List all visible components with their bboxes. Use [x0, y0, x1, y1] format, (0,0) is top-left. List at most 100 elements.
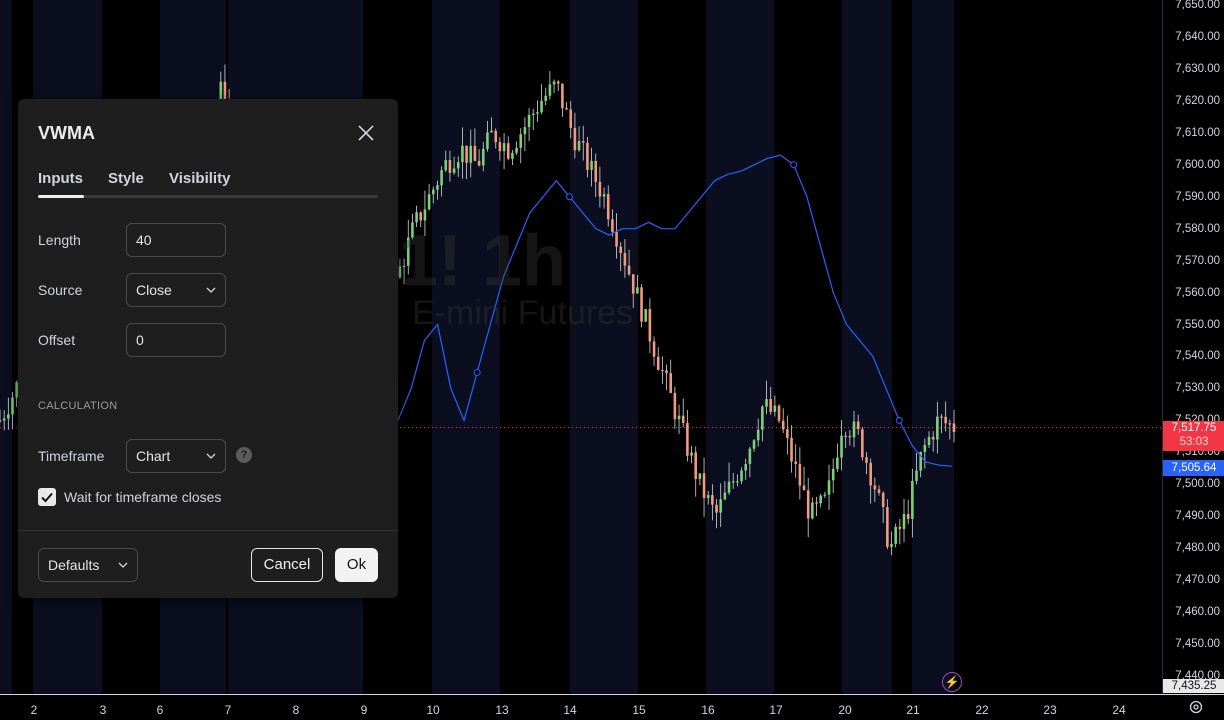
source-select-value: Close: [136, 282, 172, 298]
candle-body: [723, 492, 727, 500]
candle-body: [719, 499, 723, 513]
candle-body: [923, 444, 927, 452]
candle-body: [448, 160, 452, 173]
candle-body: [502, 143, 506, 152]
time-tick: 6: [156, 703, 164, 717]
candle-body: [515, 147, 518, 153]
wait-timeframe-label[interactable]: Wait for timeframe closes: [64, 489, 221, 505]
price-tick: 7,640.00: [1175, 30, 1220, 43]
candle-body: [615, 231, 618, 247]
vwma-value-tag: 7,505.64: [1163, 460, 1224, 476]
candle-body: [669, 373, 673, 393]
candle-body: [806, 490, 810, 519]
defaults-button[interactable]: Defaults: [38, 548, 138, 582]
time-axis[interactable]: 2 3 6 7 8 9 10 13 14 15 16 17 20 21 22 23 24: [0, 694, 1224, 720]
candle-body: [927, 436, 931, 445]
tab-visibility[interactable]: Visibility: [169, 170, 230, 187]
candle-body: [769, 399, 772, 412]
candle-body: [690, 452, 693, 456]
source-select[interactable]: Close: [126, 273, 226, 307]
defaults-button-label: Defaults: [48, 557, 100, 573]
candle-body: [511, 152, 514, 159]
candle-body: [611, 219, 614, 232]
candle-body: [727, 481, 731, 493]
price-scale[interactable]: 7,650.00 7,640.00 7,630.00 7,620.00 7,610.00…: [1162, 0, 1224, 694]
timeframe-select[interactable]: Chart: [126, 439, 226, 473]
candle-body: [869, 462, 872, 486]
candle-body: [906, 514, 910, 519]
candle-body: [861, 429, 864, 458]
candle-body: [652, 341, 656, 357]
lightning-icon[interactable]: ⚡: [942, 672, 962, 692]
candle-body: [756, 429, 760, 441]
tab-track: [38, 195, 378, 198]
candle-body: [952, 423, 956, 433]
candle-body: [911, 480, 914, 519]
candle-body: [561, 83, 564, 109]
session-band: [570, 0, 638, 694]
price-tick: 7,500.00: [1175, 478, 1220, 491]
candle-body: [552, 81, 556, 85]
candle-body: [469, 145, 473, 163]
candle-body: [665, 370, 668, 374]
ok-button[interactable]: Ok: [335, 548, 378, 582]
chevron-down-icon: [206, 453, 216, 459]
candle-body: [740, 470, 743, 482]
candle-body: [819, 495, 822, 504]
candle-body: [473, 145, 477, 161]
candle-body: [436, 185, 439, 190]
candle-body: [736, 481, 739, 483]
session-band: [842, 0, 892, 694]
close-icon[interactable]: [356, 123, 376, 143]
candle-body: [577, 141, 581, 151]
tab-style[interactable]: Style: [108, 170, 144, 187]
candle-body: [0, 420, 2, 422]
candle-body: [648, 309, 652, 342]
candle-body: [686, 422, 689, 456]
price-tick: 7,540.00: [1175, 350, 1220, 363]
candle-body: [494, 130, 498, 143]
time-tick: 7: [224, 703, 232, 717]
candle-body: [761, 406, 764, 430]
price-tick: 7,600.00: [1175, 158, 1220, 171]
length-input[interactable]: 40: [126, 223, 226, 257]
price-tick: 7,650.00: [1175, 0, 1220, 11]
candle-body: [702, 473, 706, 498]
candle-body: [848, 436, 852, 438]
time-tick: 20: [838, 703, 852, 717]
candle-body: [536, 112, 539, 114]
candle-body: [856, 421, 860, 430]
candle-body: [627, 265, 631, 275]
wait-timeframe-checkbox[interactable]: [38, 488, 56, 506]
time-tick: 21: [906, 703, 920, 717]
chevron-down-icon: [206, 287, 216, 293]
time-tick: 8: [292, 703, 300, 717]
price-tick: 7,620.00: [1175, 94, 1220, 107]
candle-body: [569, 109, 573, 128]
candle-body: [498, 142, 502, 152]
vwma-marker: [895, 416, 903, 424]
offset-label: Offset: [38, 332, 76, 348]
tab-inputs[interactable]: Inputs: [38, 170, 83, 187]
candle-body: [2, 418, 6, 421]
candle-body: [411, 222, 414, 238]
dialog-title: VWMA: [38, 123, 95, 143]
time-tick: 23: [1043, 703, 1057, 717]
candle-body: [477, 160, 481, 166]
candle-body: [594, 160, 598, 182]
candle-body: [827, 480, 831, 495]
candle-body: [656, 356, 660, 370]
axis-settings-icon[interactable]: [1188, 699, 1204, 715]
cancel-button[interactable]: Cancel: [251, 548, 323, 582]
price-tick: 7,550.00: [1175, 318, 1220, 331]
help-icon[interactable]: ?: [236, 447, 252, 463]
time-tick: 15: [632, 703, 646, 717]
offset-input[interactable]: 0: [126, 323, 226, 357]
time-tick: 22: [975, 703, 989, 717]
candle-body: [811, 502, 814, 519]
candle-body: [661, 369, 664, 372]
candle-body: [415, 212, 418, 223]
candle-body: [402, 265, 406, 268]
candle-body: [586, 142, 589, 170]
candle-body: [623, 252, 627, 266]
